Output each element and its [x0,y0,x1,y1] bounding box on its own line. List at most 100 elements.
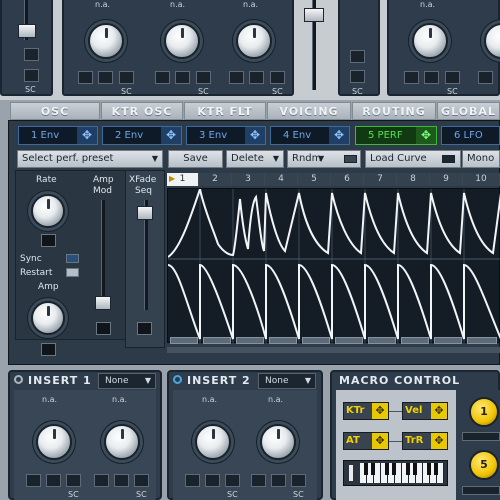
insert-1-mode-select[interactable]: None ▼ [98,373,156,389]
tab-routing[interactable]: ROUTING [352,102,436,120]
top-knob-1-button-a[interactable] [78,71,93,84]
rate-knob[interactable] [31,194,65,228]
step-number-6[interactable]: 6 [331,173,364,186]
amp-button[interactable] [41,343,56,356]
macro-vel-button[interactable]: Vel ✥ [402,402,448,420]
keyboard-slider-icon[interactable] [349,465,353,481]
insert-2-mode-select[interactable]: None ▼ [258,373,316,389]
move-cross-icon[interactable]: ✥ [77,127,97,144]
macro-trr-button[interactable]: TrR ✥ [402,432,448,450]
insert-1-button-e[interactable] [114,474,129,487]
insert-1-button-b[interactable] [46,474,61,487]
tab-voicing[interactable]: VOICING [267,102,351,120]
amp-mod-slider-thumb[interactable] [95,296,111,310]
macro-at-button[interactable]: AT ✥ [343,432,389,450]
mono-button[interactable]: Mono [462,150,500,168]
amp-mod-slider-track[interactable] [101,200,105,310]
top-right-button-d[interactable] [478,71,493,84]
top-mid-button-1[interactable] [350,50,365,63]
tab-env-1[interactable]: 1 Env ✥ [18,126,98,145]
step-number-9[interactable]: 9 [430,173,463,186]
insert-1-button-a[interactable] [26,474,41,487]
step-number-4[interactable]: 4 [265,173,298,186]
top-right-button-c[interactable] [445,71,460,84]
tab-env-4[interactable]: 4 Env ✥ [270,126,350,145]
step-cell-2[interactable] [203,337,231,344]
step-number-8[interactable]: 8 [397,173,430,186]
top-knob-1-button-b[interactable] [98,71,113,84]
step-cell-8[interactable] [401,337,429,344]
insert-2-button-f[interactable] [291,474,306,487]
top-mid-button-2[interactable] [350,70,365,83]
xfade-button[interactable] [137,322,152,335]
insert-1-power-icon[interactable] [14,375,23,384]
center-top-slider-thumb[interactable] [304,8,324,22]
macro-knob-button-1[interactable] [462,432,500,441]
insert-2-button-d[interactable] [251,474,266,487]
tab-osc[interactable]: OSC [10,102,100,120]
insert-2-button-b[interactable] [205,474,220,487]
tab-perf-5[interactable]: 5 PERF ✥ [355,126,437,145]
insert-2-knob-1[interactable] [195,424,231,460]
step-number-3[interactable]: 3 [232,173,265,186]
step-cell-4[interactable] [269,337,297,344]
step-cell-5[interactable] [302,337,330,344]
left-top-slider-thumb[interactable] [18,24,36,38]
tab-ktr-flt[interactable]: KTR FLT [184,102,266,120]
step-cell-3[interactable] [236,337,264,344]
top-knob-2-button-c[interactable] [196,71,211,84]
insert-1-knob-1[interactable] [36,424,72,460]
rndm-dropdown[interactable]: Rndm ▼ [287,150,361,168]
step-cell-6[interactable] [335,337,363,344]
save-button[interactable]: Save [168,150,223,168]
insert-1-button-d[interactable] [94,474,109,487]
top-knob-3-button-a[interactable] [229,71,244,84]
tab-ktr-osc[interactable]: KTR OSC [101,102,183,120]
step-cell-7[interactable] [368,337,396,344]
move-cross-icon[interactable]: ✥ [416,127,436,144]
perf-sequencer-display[interactable] [167,185,500,344]
step-cell-10[interactable] [467,337,497,344]
load-curve-button[interactable]: Load Curve [365,150,461,168]
step-cell-1[interactable] [170,337,198,344]
sync-toggle[interactable] [66,254,79,263]
top-knob-4[interactable] [412,23,448,59]
tab-global[interactable]: GLOBAL [437,102,500,120]
macro-knob-1[interactable]: 1 [469,397,499,427]
amp-mod-button[interactable] [96,322,111,335]
top-right-button-b[interactable] [424,71,439,84]
step-number-5[interactable]: 5 [298,173,331,186]
xfade-slider-thumb[interactable] [137,206,153,220]
amp-knob[interactable] [31,301,65,335]
step-number-7[interactable]: 7 [364,173,397,186]
perf-preset-select[interactable]: Select perf. preset ▼ [17,150,163,168]
top-left-button-2[interactable] [24,69,39,82]
macro-ktr-button[interactable]: KTr ✥ [343,402,389,420]
step-number-2[interactable]: 2 [199,173,232,186]
insert-1-button-c[interactable] [66,474,81,487]
insert-2-power-icon[interactable] [173,375,182,384]
restart-toggle[interactable] [66,268,79,277]
top-right-button-a[interactable] [404,71,419,84]
move-cross-icon[interactable]: ✥ [161,127,181,144]
top-knob-2-button-b[interactable] [175,71,190,84]
insert-2-button-c[interactable] [225,474,240,487]
macro-knob-2[interactable]: 5 [469,450,499,480]
top-knob-3-button-b[interactable] [249,71,264,84]
top-left-button[interactable] [24,48,39,61]
top-knob-1-button-c[interactable] [119,71,134,84]
rate-button[interactable] [41,234,56,247]
delete-dropdown[interactable]: Delete ▼ [226,150,284,168]
top-knob-2-button-a[interactable] [155,71,170,84]
insert-2-button-a[interactable] [185,474,200,487]
step-cell-9[interactable] [434,337,462,344]
insert-2-button-e[interactable] [271,474,286,487]
tab-env-3[interactable]: 3 Env ✥ [186,126,266,145]
insert-1-button-f[interactable] [134,474,149,487]
move-cross-icon[interactable]: ✥ [245,127,265,144]
top-knob-3-button-c[interactable] [270,71,285,84]
insert-1-knob-2[interactable] [104,424,140,460]
macro-knob-button-2[interactable] [462,486,500,495]
step-number-10[interactable]: 10 [463,173,500,186]
top-knob-3[interactable] [236,23,272,59]
